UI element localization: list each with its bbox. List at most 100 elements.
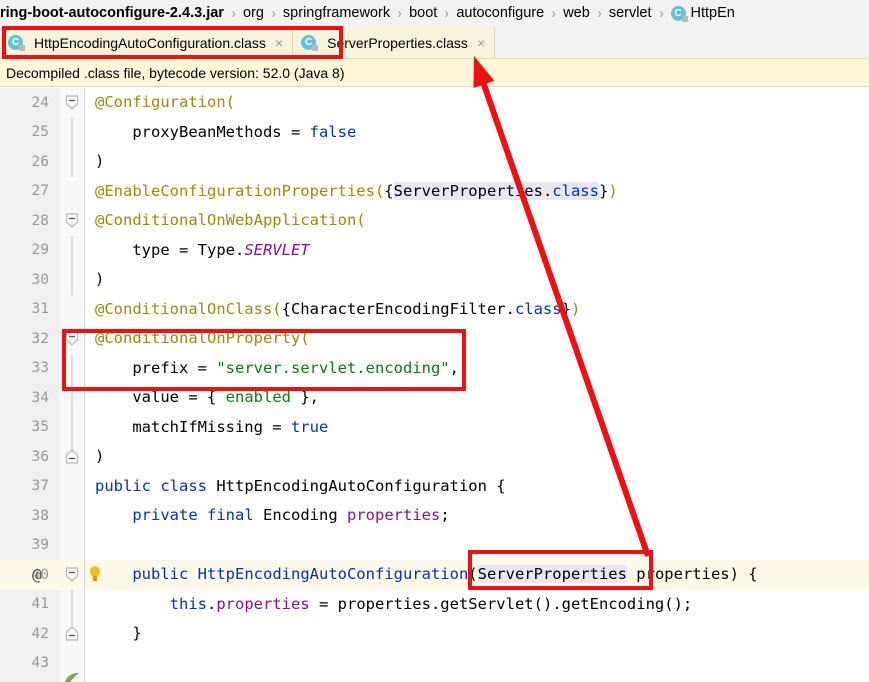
code-line[interactable]: 27 @EnableConfigurationProperties({Server… — [0, 176, 869, 206]
fold-gutter-cell[interactable] — [60, 294, 85, 324]
fold-gutter-cell[interactable] — [60, 88, 85, 118]
line-number: 31 — [0, 301, 60, 318]
line-number: 35 — [0, 419, 60, 436]
fold-gutter-cell[interactable] — [60, 560, 85, 590]
code-line[interactable]: 26) — [0, 147, 869, 177]
override-annotation-gutter-icon[interactable]: @ — [32, 565, 42, 585]
code-token: final — [207, 506, 254, 524]
code-line[interactable]: 40 @ public HttpEncodingAutoConfiguration… — [0, 560, 869, 590]
fold-gutter-cell[interactable] — [60, 265, 85, 295]
code-token: public — [132, 565, 189, 583]
code-line[interactable]: 42 } — [0, 619, 869, 649]
code-token: } — [95, 624, 142, 642]
fold-collapse-icon[interactable] — [65, 213, 79, 228]
fold-gutter-cell[interactable] — [60, 117, 85, 147]
code-line[interactable]: 33 prefix = "server.servlet.encoding", — [0, 353, 869, 383]
code-line-text: type = Type.SERVLET — [85, 235, 869, 265]
breadcrumb-item-label: springframework — [282, 5, 391, 21]
fold-gutter-cell[interactable] — [60, 176, 85, 206]
code-token: properties — [216, 594, 310, 613]
fold-end-icon[interactable] — [65, 626, 79, 641]
fold-gutter-cell[interactable] — [60, 324, 85, 354]
fold-gutter-cell[interactable] — [60, 412, 85, 442]
breadcrumb-separator: › — [397, 5, 402, 22]
decompiled-info-bar: Decompiled .class file, bytecode version… — [0, 58, 869, 87]
close-icon[interactable]: × — [275, 36, 283, 50]
code-line[interactable]: 28 @ConditionalOnWebApplication( — [0, 206, 869, 236]
code-line[interactable]: 34 value = { enabled }, — [0, 383, 869, 413]
fold-gutter-cell[interactable] — [60, 206, 85, 236]
breadcrumb-item-3[interactable]: boot — [409, 0, 437, 27]
fold-gutter-cell[interactable] — [60, 353, 85, 383]
fold-region-line — [71, 265, 73, 295]
fold-gutter-cell[interactable] — [60, 147, 85, 177]
breadcrumb-item-2[interactable]: springframework — [283, 0, 390, 27]
line-number: 30 — [0, 271, 60, 288]
code-token: ) — [570, 299, 581, 318]
fold-gutter-cell[interactable] — [60, 530, 85, 560]
line-number: 36 — [0, 448, 60, 465]
fold-region-line — [71, 353, 73, 383]
fold-gutter-cell[interactable] — [60, 589, 85, 619]
fold-collapse-icon[interactable] — [65, 331, 79, 346]
breadcrumb-item-label: boot — [409, 5, 438, 21]
fold-gutter-cell[interactable] — [60, 442, 85, 472]
breadcrumb-item-label: web — [563, 5, 590, 21]
code-line-text: ) — [85, 265, 869, 295]
code-line[interactable]: 39 — [0, 530, 869, 560]
code-line[interactable]: 41 this.properties = properties.getServl… — [0, 589, 869, 619]
fold-region-line — [71, 117, 73, 147]
code-line[interactable]: 43 — [0, 648, 869, 678]
breadcrumb-item-0[interactable]: ring-boot-autoconfigure-2.4.3.jar — [0, 0, 224, 27]
breadcrumb-item-5[interactable]: web — [563, 0, 590, 27]
fold-gutter-cell[interactable] — [60, 501, 85, 531]
line-number: 41 — [0, 596, 60, 613]
breadcrumb-item-4[interactable]: autoconfigure — [456, 0, 544, 27]
code-line[interactable]: 38 private final Encoding properties; — [0, 501, 869, 531]
code-token: ServerProperties — [393, 181, 543, 200]
line-number: 43 — [0, 655, 60, 672]
code-line[interactable]: 35 matchIfMissing = true — [0, 412, 869, 442]
line-number: 40 — [0, 566, 60, 583]
code-line[interactable]: 37 public class HttpEncodingAutoConfigura… — [0, 471, 869, 501]
line-number: 32 — [0, 330, 60, 347]
code-line[interactable]: 36) — [0, 442, 869, 472]
breadcrumb-item-1[interactable]: org — [243, 0, 264, 27]
code-token: value = { — [95, 388, 226, 406]
fold-end-icon[interactable] — [65, 449, 79, 464]
fold-gutter-cell[interactable] — [60, 383, 85, 413]
code-editor[interactable]: 24 @Configuration(25 proxyBeanMethods = f… — [0, 88, 869, 682]
code-line[interactable]: 32 @ConditionalOnProperty( — [0, 324, 869, 354]
code-line[interactable]: 31 @ConditionalOnClass({CharacterEncoding… — [0, 294, 869, 324]
line-number: 39 — [0, 537, 60, 554]
fold-gutter-cell[interactable] — [60, 235, 85, 265]
intention-lightbulb-icon[interactable] — [88, 565, 102, 583]
code-line-text: @ConditionalOnWebApplication( — [85, 206, 869, 236]
breadcrumb-separator: › — [231, 5, 236, 22]
fold-collapse-icon[interactable] — [65, 567, 79, 582]
code-token: } — [598, 181, 609, 200]
fold-gutter-cell[interactable] — [60, 471, 85, 501]
code-line[interactable]: 29 type = Type.SERVLET — [0, 235, 869, 265]
breadcrumb-item-6[interactable]: servlet — [609, 0, 652, 27]
code-line[interactable]: 24 @Configuration( — [0, 88, 869, 118]
editor-tab-0[interactable]: C HttpEncodingAutoConfiguration.class × — [0, 27, 294, 58]
code-token: ) — [95, 152, 105, 170]
fold-collapse-icon[interactable] — [65, 95, 79, 110]
breadcrumb-item-7[interactable]: C HttpEn — [670, 0, 735, 27]
code-line-text: @ConditionalOnClass({CharacterEncodingFi… — [85, 294, 869, 324]
close-icon[interactable]: × — [477, 36, 485, 50]
vcs-change-marker-icon — [65, 673, 79, 682]
code-line-text: value = { enabled }, — [85, 383, 869, 413]
code-token: ( — [468, 565, 478, 583]
code-line[interactable]: 25 proxyBeanMethods = false — [0, 117, 869, 147]
line-number: 34 — [0, 389, 60, 406]
code-line[interactable]: 30) — [0, 265, 869, 295]
fold-gutter-cell[interactable] — [60, 619, 85, 649]
editor-tab-1[interactable]: C ServerProperties.class × — [293, 27, 496, 58]
class-icon: C — [8, 35, 28, 51]
